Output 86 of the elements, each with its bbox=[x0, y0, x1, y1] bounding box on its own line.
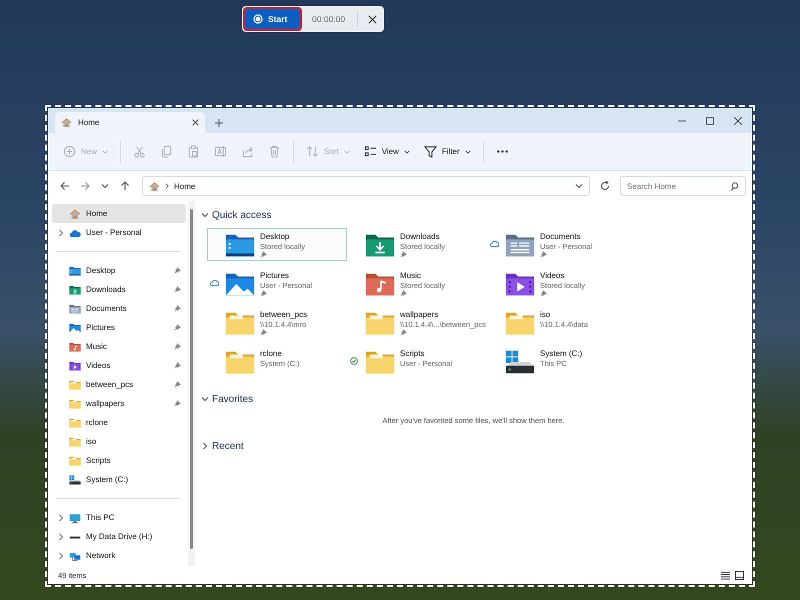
sidebar-item[interactable]: Home bbox=[52, 204, 186, 223]
sidebar-item[interactable]: Pictures bbox=[52, 318, 186, 337]
plus-icon bbox=[215, 118, 223, 126]
copy-icon bbox=[160, 145, 174, 158]
download-folder-icon bbox=[69, 284, 81, 296]
document-folder-icon bbox=[69, 302, 81, 314]
chevron-icon bbox=[57, 514, 65, 522]
folder-icon bbox=[69, 398, 81, 410]
folder-icon bbox=[69, 378, 81, 390]
trash-icon bbox=[268, 145, 282, 158]
chevron-icon bbox=[404, 148, 410, 154]
sidebar-item[interactable]: Network bbox=[52, 546, 186, 565]
start-recording-button[interactable]: Start bbox=[245, 9, 300, 29]
record-icon bbox=[253, 14, 263, 24]
sidebar-item[interactable]: rclone bbox=[52, 413, 186, 432]
sidebar-item[interactable]: Videos bbox=[52, 356, 186, 375]
sidebar-item[interactable]: Music bbox=[52, 337, 186, 356]
chevron-icon bbox=[57, 532, 65, 540]
monitor-icon bbox=[69, 512, 81, 524]
sidebar-item[interactable]: iso bbox=[52, 432, 186, 451]
desktop-folder-icon bbox=[69, 264, 81, 276]
chevron-icon bbox=[102, 148, 108, 154]
picture-folder-icon bbox=[69, 322, 81, 334]
sidebar-item[interactable]: System (C:) bbox=[52, 470, 186, 489]
clipboard-icon bbox=[187, 145, 200, 158]
view-icon bbox=[364, 145, 377, 158]
recording-timer: 00:00:00 bbox=[311, 14, 346, 24]
close-icon bbox=[368, 14, 378, 24]
chevron-icon bbox=[201, 442, 209, 450]
sort-icon bbox=[306, 145, 320, 158]
search-input[interactable]: Search Home bbox=[627, 182, 730, 190]
filter-button[interactable]: Filter bbox=[416, 138, 478, 164]
tab[interactable]: Home bbox=[55, 112, 205, 133]
sidebar-item[interactable]: between_pcs bbox=[52, 375, 186, 394]
home-icon bbox=[61, 117, 72, 128]
section-header[interactable]: Favorites bbox=[201, 392, 254, 406]
chevron-icon bbox=[57, 228, 65, 236]
section-header[interactable]: Recent bbox=[201, 439, 244, 453]
list-icon bbox=[720, 570, 730, 580]
sidebar-item[interactable]: This PC bbox=[52, 508, 186, 527]
folder-icon bbox=[69, 436, 81, 448]
chevron-icon bbox=[201, 211, 209, 219]
plus-circle-icon bbox=[63, 145, 76, 158]
close-icon bbox=[734, 116, 742, 124]
sidebar-item[interactable]: Scripts bbox=[52, 451, 186, 470]
home-icon bbox=[149, 180, 160, 192]
filter-icon bbox=[424, 145, 437, 158]
chevron-icon bbox=[464, 148, 471, 154]
rename-icon bbox=[214, 145, 228, 158]
sidebar-item[interactable]: My Data Drive (H:) bbox=[52, 527, 186, 546]
up-arrow-icon bbox=[120, 181, 130, 191]
close-icon[interactable] bbox=[192, 119, 199, 126]
scissors-icon bbox=[133, 145, 146, 158]
chevron-icon bbox=[344, 148, 350, 154]
folder-icon bbox=[69, 416, 81, 428]
home-icon bbox=[69, 208, 81, 220]
drive-icon bbox=[69, 474, 81, 486]
chevron-icon bbox=[164, 183, 170, 189]
share-icon bbox=[241, 145, 254, 158]
refresh-icon bbox=[600, 181, 610, 191]
tiles-view-button[interactable] bbox=[732, 568, 746, 582]
search-icon bbox=[730, 182, 739, 190]
search-field[interactable]: Search Home bbox=[620, 176, 746, 196]
chevron-icon bbox=[57, 552, 65, 560]
maximize-icon bbox=[706, 116, 714, 124]
scrollbar[interactable] bbox=[188, 201, 195, 566]
sidebar-item[interactable]: User - Personal bbox=[52, 223, 186, 242]
sidebar-item[interactable]: Desktop bbox=[52, 261, 186, 280]
sidebar-item[interactable]: wallpapers bbox=[52, 394, 186, 413]
folder-icon bbox=[69, 454, 81, 466]
cloud-outline-icon bbox=[490, 240, 499, 248]
music-folder-icon bbox=[69, 340, 81, 352]
chevron-icon bbox=[575, 182, 583, 190]
view-button[interactable]: View bbox=[356, 138, 417, 164]
sidebar-item[interactable]: Documents bbox=[52, 299, 186, 318]
address-bar[interactable]: Home bbox=[142, 176, 590, 196]
section-header[interactable]: Quick access bbox=[201, 208, 272, 222]
video-folder-icon bbox=[69, 360, 81, 372]
tile-icon bbox=[734, 570, 744, 580]
back-arrow-icon bbox=[60, 181, 70, 191]
sidebar-item[interactable]: Downloads bbox=[52, 280, 186, 299]
check-circle-icon bbox=[350, 357, 358, 365]
chevron-icon bbox=[101, 182, 109, 190]
chevron-icon bbox=[201, 395, 209, 403]
forward-arrow-icon bbox=[80, 181, 90, 191]
cloud-outline-icon bbox=[210, 279, 219, 287]
